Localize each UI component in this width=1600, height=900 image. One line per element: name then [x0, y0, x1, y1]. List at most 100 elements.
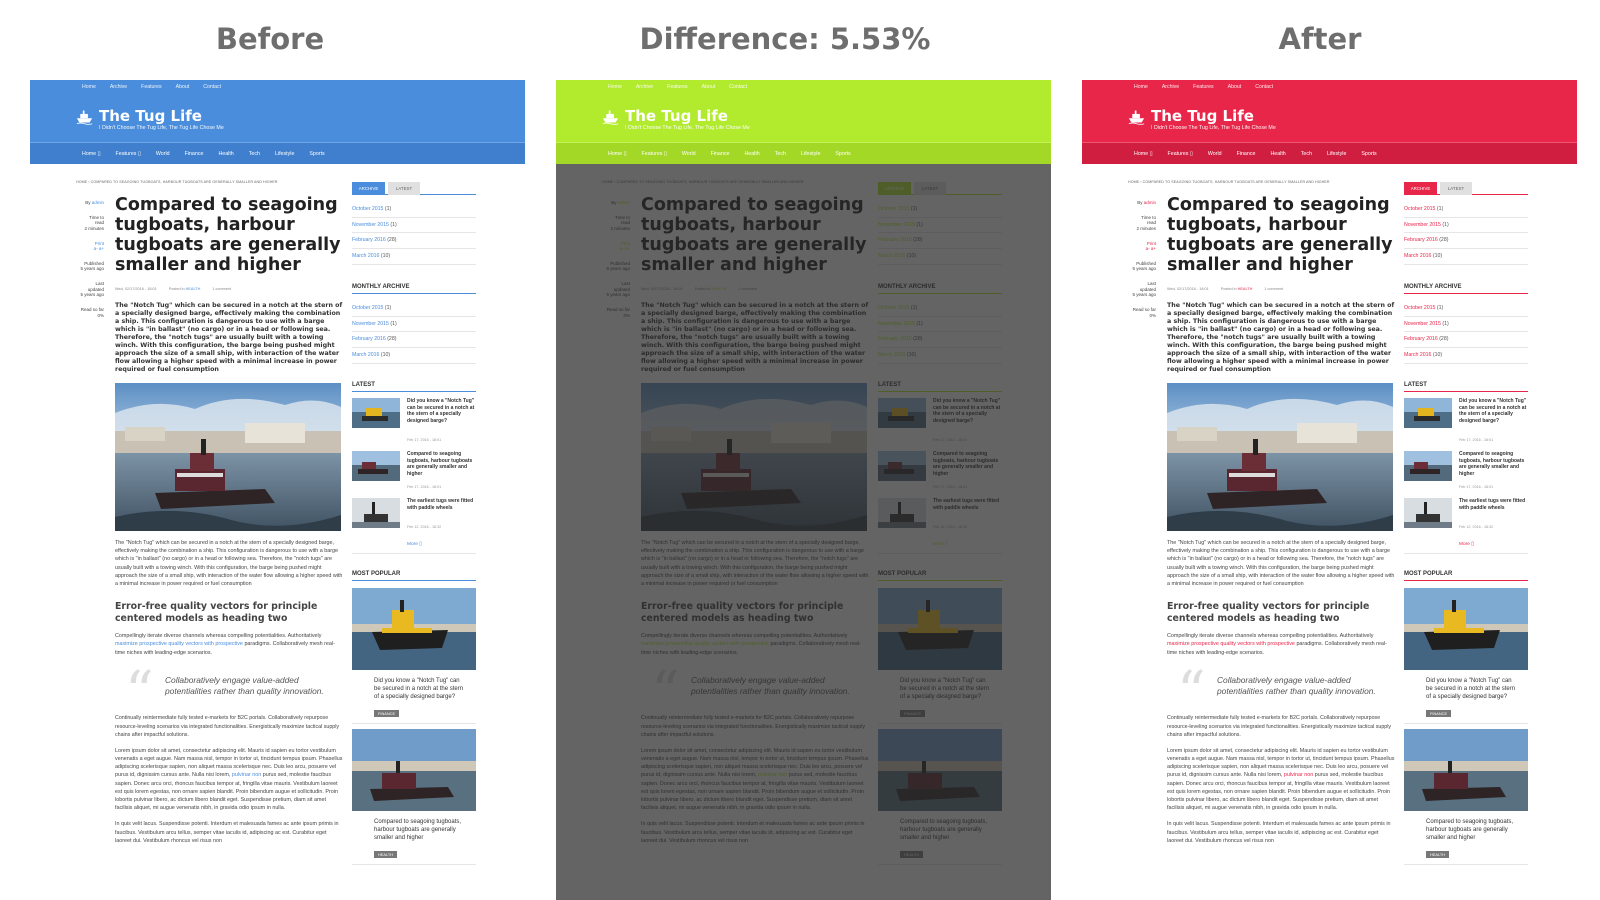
nav-home[interactable]: Home ▯: [608, 151, 627, 157]
inline-link-2[interactable]: pulvinar non: [232, 772, 261, 778]
popular-item-title[interactable]: Did you know a "Notch Tug" can be secure…: [1426, 677, 1518, 702]
latest-item[interactable]: Compared to seagoing tugboats, harbour t…: [878, 451, 1002, 491]
popular-item[interactable]: Did you know a "Notch Tug" can be secure…: [352, 588, 476, 724]
category-badge[interactable]: HEALTH: [1426, 850, 1450, 858]
popular-item-title[interactable]: Did you know a "Notch Tug" can be secure…: [900, 677, 992, 702]
top-nav-archive[interactable]: Archive: [636, 84, 653, 90]
archive-month[interactable]: February 2016: [352, 237, 386, 243]
latest-thumbnail[interactable]: [878, 498, 926, 528]
popular-item[interactable]: Compared to seagoing tugboats, harbour t…: [878, 729, 1002, 865]
archive-item[interactable]: March 2016 (10): [352, 348, 476, 364]
top-nav-about[interactable]: About: [176, 84, 190, 90]
latest-item-title[interactable]: Did you know a "Notch Tug" can be secure…: [1459, 398, 1529, 424]
top-nav-home[interactable]: Home: [608, 84, 622, 90]
inline-link-2[interactable]: pulvinar non: [758, 772, 787, 778]
archive-item[interactable]: October 2015 (1): [1404, 202, 1528, 218]
latest-item[interactable]: Compared to seagoing tugboats, harbour t…: [1404, 451, 1528, 491]
comments-link[interactable]: 1 comment: [738, 287, 757, 291]
latest-item-title[interactable]: The earliest tugs were fitted with paddl…: [1459, 498, 1529, 511]
latest-thumbnail[interactable]: [1404, 398, 1452, 428]
popular-image[interactable]: [878, 729, 1002, 811]
latest-item[interactable]: The earliest tugs were fitted with paddl…: [1404, 498, 1528, 532]
popular-image[interactable]: [1404, 588, 1528, 670]
more-link[interactable]: More ▯: [933, 542, 948, 547]
tab-latest[interactable]: LATEST: [1440, 182, 1472, 195]
archive-month[interactable]: March 2016: [352, 352, 379, 358]
archive-month[interactable]: October 2015: [352, 206, 383, 212]
archive-item[interactable]: November 2015 (1): [352, 218, 476, 234]
latest-item-title[interactable]: Compared to seagoing tugboats, harbour t…: [933, 451, 1003, 477]
archive-item[interactable]: March 2016 (10): [878, 249, 1002, 265]
archive-item[interactable]: February 2016 (28): [352, 332, 476, 349]
popular-item-title[interactable]: Did you know a "Notch Tug" can be secure…: [374, 677, 466, 702]
popular-image[interactable]: [1404, 729, 1528, 811]
author-link[interactable]: admin: [618, 200, 630, 205]
top-nav-contact[interactable]: Contact: [203, 84, 221, 90]
latest-item-title[interactable]: Did you know a "Notch Tug" can be secure…: [407, 398, 477, 424]
nav-finance[interactable]: Finance: [1237, 151, 1256, 157]
nav-health[interactable]: Health: [218, 151, 233, 157]
popular-item[interactable]: Compared to seagoing tugboats, harbour t…: [1404, 729, 1528, 865]
nav-sports[interactable]: Sports: [1361, 151, 1376, 157]
top-nav-about[interactable]: About: [702, 84, 716, 90]
latest-thumbnail[interactable]: [352, 498, 400, 528]
archive-item[interactable]: March 2016 (10): [1404, 348, 1528, 364]
popular-item[interactable]: Did you know a "Notch Tug" can be secure…: [878, 588, 1002, 724]
author-link[interactable]: admin: [1144, 200, 1156, 205]
latest-item[interactable]: Compared to seagoing tugboats, harbour t…: [352, 451, 476, 491]
font-size-controls[interactable]: a- a+: [606, 246, 630, 252]
popular-image[interactable]: [352, 729, 476, 811]
nav-home[interactable]: Home ▯: [1134, 151, 1153, 157]
archive-item[interactable]: March 2016 (10): [878, 348, 1002, 364]
archive-item[interactable]: February 2016 (28): [1404, 233, 1528, 250]
archive-item[interactable]: November 2015 (1): [1404, 218, 1528, 234]
archive-month[interactable]: October 2015: [1404, 206, 1435, 212]
top-nav-home[interactable]: Home: [1134, 84, 1148, 90]
archive-month[interactable]: March 2016: [878, 352, 905, 358]
latest-thumbnail[interactable]: [352, 451, 400, 481]
top-nav-about[interactable]: About: [1228, 84, 1242, 90]
nav-world[interactable]: World: [156, 151, 170, 157]
latest-item-title[interactable]: The earliest tugs were fitted with paddl…: [407, 498, 477, 511]
archive-month[interactable]: February 2016: [1404, 237, 1438, 243]
category-badge[interactable]: HEALTH: [900, 850, 924, 858]
popular-item[interactable]: Did you know a "Notch Tug" can be secure…: [1404, 588, 1528, 724]
tab-archive[interactable]: ARCHIVE: [352, 182, 385, 195]
site-title[interactable]: The Tug Life: [625, 109, 728, 124]
latest-thumbnail[interactable]: [1404, 451, 1452, 481]
archive-month[interactable]: February 2016: [878, 336, 912, 342]
archive-item[interactable]: February 2016 (28): [1404, 332, 1528, 349]
nav-features[interactable]: Features ▯: [1168, 151, 1193, 157]
category-badge[interactable]: FINANCE: [900, 709, 926, 717]
site-logo[interactable]: The Tug Life: [76, 108, 202, 125]
archive-month[interactable]: November 2015: [1404, 321, 1441, 327]
category-badge[interactable]: FINANCE: [1426, 709, 1452, 717]
nav-lifestyle[interactable]: Lifestyle: [1327, 151, 1346, 157]
top-nav-features[interactable]: Features: [141, 84, 161, 90]
nav-health[interactable]: Health: [744, 151, 759, 157]
nav-features[interactable]: Features ▯: [642, 151, 667, 157]
latest-item-title[interactable]: Did you know a "Notch Tug" can be secure…: [933, 398, 1003, 424]
category-link[interactable]: HEALTH: [1238, 287, 1253, 291]
latest-item[interactable]: Did you know a "Notch Tug" can be secure…: [1404, 398, 1528, 444]
popular-item[interactable]: Compared to seagoing tugboats, harbour t…: [352, 729, 476, 865]
nav-world[interactable]: World: [682, 151, 696, 157]
nav-features[interactable]: Features ▯: [116, 151, 141, 157]
archive-item[interactable]: November 2015 (1): [878, 218, 1002, 234]
archive-item[interactable]: October 2015 (1): [1404, 301, 1528, 317]
top-nav-contact[interactable]: Contact: [1255, 84, 1273, 90]
tab-archive[interactable]: ARCHIVE: [878, 182, 911, 195]
archive-month[interactable]: March 2016: [1404, 253, 1431, 259]
nav-sports[interactable]: Sports: [309, 151, 324, 157]
category-badge[interactable]: HEALTH: [374, 850, 398, 858]
popular-item-title[interactable]: Compared to seagoing tugboats, harbour t…: [374, 818, 466, 843]
nav-tech[interactable]: Tech: [775, 151, 786, 157]
archive-month[interactable]: October 2015: [878, 305, 909, 311]
inline-link[interactable]: maximize prospective quality vectors wit…: [641, 641, 769, 647]
font-size-controls[interactable]: a- a+: [1132, 246, 1156, 252]
comments-link[interactable]: 1 comment: [1264, 287, 1283, 291]
archive-month[interactable]: March 2016: [1404, 352, 1431, 358]
popular-image[interactable]: [352, 588, 476, 670]
latest-item-title[interactable]: The earliest tugs were fitted with paddl…: [933, 498, 1003, 511]
archive-item[interactable]: November 2015 (1): [352, 317, 476, 333]
